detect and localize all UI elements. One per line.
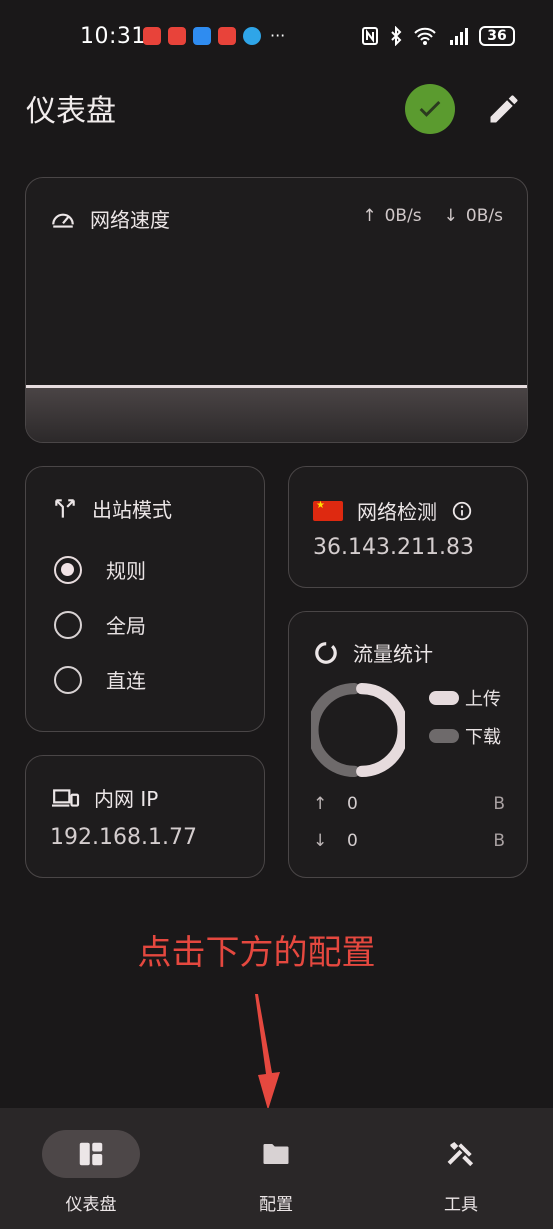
notification-icons: ··· xyxy=(143,27,285,45)
nav-dashboard-label: 仪表盘 xyxy=(65,1195,117,1215)
speedometer-icon xyxy=(52,213,74,228)
legend-upload: 上传 xyxy=(429,685,501,711)
traffic-upload-value: 0 xyxy=(347,794,358,814)
devices-icon xyxy=(52,788,80,807)
lan-ip-card[interactable]: 内网 IP 192.168.1.77 xyxy=(25,755,265,878)
page-title: 仪表盘 xyxy=(26,94,116,129)
mode-option-label: 直连 xyxy=(106,669,146,693)
nav-dashboard-pill[interactable] xyxy=(42,1130,140,1178)
folder-icon xyxy=(263,1144,289,1164)
lan-ip-header: 内网 IP xyxy=(50,783,158,812)
speed-graph-area xyxy=(26,388,527,442)
edit-pencil-icon[interactable] xyxy=(486,91,522,127)
arrow-up-icon: ↑ xyxy=(313,794,328,814)
nav-item-dashboard[interactable]: 仪表盘 xyxy=(26,1130,156,1215)
legend-download-swatch xyxy=(429,729,459,743)
donut-download-segment xyxy=(311,683,360,777)
connection-toggle-button[interactable] xyxy=(405,84,455,134)
mode-option-label: 规则 xyxy=(106,559,146,583)
bluetooth-icon xyxy=(391,26,402,46)
network-check-card[interactable]: 网络检测 36.143.211.83 xyxy=(288,466,528,588)
legend-download-label: 下载 xyxy=(465,727,501,748)
traffic-stats-card[interactable]: 流量统计 上传 下载 ↑ 0 B ↓ 0 B xyxy=(288,611,528,878)
dashboard-icon xyxy=(79,1142,103,1166)
upload-rate: ↑ 0B/s xyxy=(362,206,421,226)
radio-selected-icon[interactable] xyxy=(54,555,82,584)
lan-ip-value: 192.168.1.77 xyxy=(50,825,197,850)
traffic-download-row: ↓ 0 B xyxy=(313,831,505,851)
arrow-up-icon: ↑ xyxy=(362,206,377,226)
info-icon[interactable] xyxy=(451,500,473,522)
outbound-mode-title: 出站模式 xyxy=(92,498,172,522)
donut-upload-segment xyxy=(356,683,405,777)
network-speed-card[interactable]: 网络速度 ↑ 0B/s ↓ 0B/s xyxy=(25,177,528,443)
tutorial-hint-text: 点击下方的配置 xyxy=(137,933,376,973)
upload-rate-value: 0B/s xyxy=(384,206,422,226)
more-notifications-icon: ··· xyxy=(270,26,286,45)
outbound-mode-card: 出站模式 规则 全局 直连 xyxy=(25,466,265,732)
traffic-upload-row: ↑ 0 B xyxy=(313,794,505,814)
nav-item-config[interactable]: 配置 xyxy=(211,1130,341,1215)
message-app-icon xyxy=(193,27,211,45)
arrow-down-icon: ↓ xyxy=(443,206,458,226)
status-bar: 10:31 ··· 36 xyxy=(0,0,553,74)
traffic-stats-title: 流量统计 xyxy=(353,642,433,666)
check-icon xyxy=(419,100,441,117)
nav-tools-pill[interactable] xyxy=(412,1130,510,1178)
network-speed-header: 网络速度 xyxy=(50,204,170,233)
system-icons: 36 xyxy=(361,26,515,46)
network-check-header: 网络检测 xyxy=(313,496,473,525)
traffic-upload-unit: B xyxy=(493,794,505,814)
bottom-navigation: 仪表盘 配置 工具 xyxy=(0,1108,553,1229)
huawei-app-icon xyxy=(168,27,186,45)
huawei-app-icon xyxy=(218,27,236,45)
legend-download: 下载 xyxy=(429,723,501,749)
public-ip-value: 36.143.211.83 xyxy=(313,535,474,560)
nfc-icon xyxy=(362,27,378,45)
tools-icon xyxy=(447,1142,474,1167)
network-speed-title: 网络速度 xyxy=(90,208,170,232)
traffic-donut-chart xyxy=(311,683,405,777)
nav-tools-label: 工具 xyxy=(444,1195,478,1215)
mode-option-rule[interactable]: 规则 xyxy=(54,555,146,584)
legend-upload-swatch xyxy=(429,691,459,705)
battery-icon: 36 xyxy=(479,26,515,46)
arrow-down-icon: ↓ xyxy=(313,831,328,851)
outbound-mode-header: 出站模式 xyxy=(52,494,172,523)
legend-upload-label: 上传 xyxy=(465,689,501,710)
mode-option-label: 全局 xyxy=(106,614,146,638)
nav-item-tools[interactable]: 工具 xyxy=(396,1130,526,1215)
mode-option-direct[interactable]: 直连 xyxy=(54,665,146,694)
traffic-download-unit: B xyxy=(493,831,505,851)
traffic-legend: 上传 下载 xyxy=(429,685,501,749)
download-rate: ↓ 0B/s xyxy=(444,206,503,226)
download-rate-value: 0B/s xyxy=(465,206,503,226)
traffic-download-value: 0 xyxy=(347,831,358,851)
speed-rates: ↑ 0B/s ↓ 0B/s xyxy=(362,206,503,226)
lan-ip-title: 内网 IP xyxy=(94,787,159,811)
huawei-app-icon xyxy=(143,27,161,45)
signal-5g-icon xyxy=(450,28,468,45)
donut-chart-icon xyxy=(315,641,337,664)
tutorial-arrow-icon xyxy=(255,994,280,1110)
fork-arrows-icon xyxy=(55,498,75,518)
mode-option-global[interactable]: 全局 xyxy=(54,610,146,639)
radio-unselected-icon[interactable] xyxy=(54,665,82,694)
china-flag-icon xyxy=(313,500,343,521)
traffic-stats-header: 流量统计 xyxy=(313,638,433,667)
nav-config-pill[interactable] xyxy=(227,1130,325,1178)
radio-unselected-icon[interactable] xyxy=(54,610,82,639)
network-check-title: 网络检测 xyxy=(357,500,437,524)
browser-app-icon xyxy=(243,27,261,45)
status-time: 10:31 xyxy=(80,24,146,49)
nav-config-label: 配置 xyxy=(259,1195,293,1215)
wifi-icon xyxy=(414,27,436,45)
